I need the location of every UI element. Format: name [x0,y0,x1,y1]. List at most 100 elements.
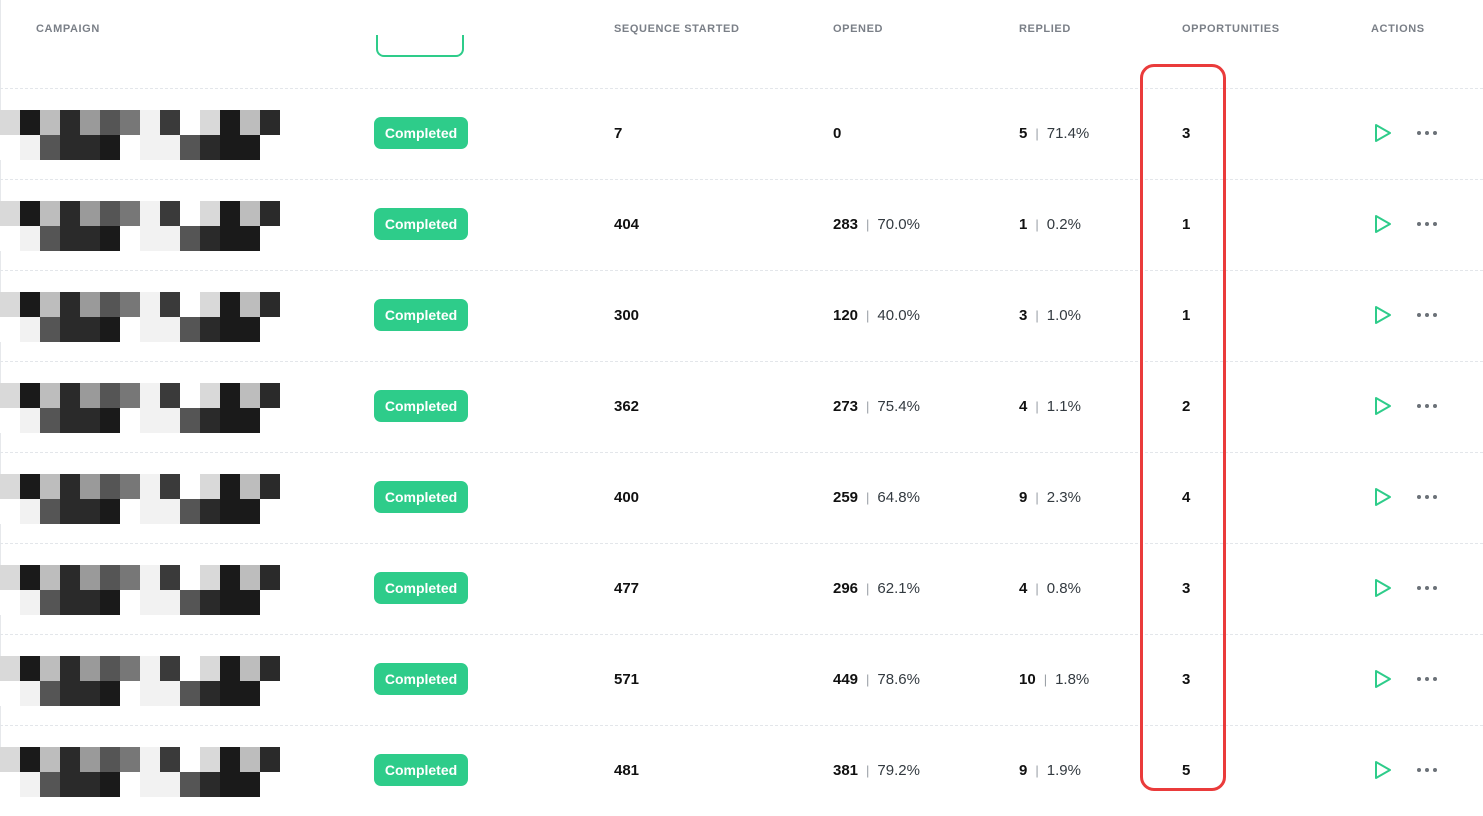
replied-count: 5 [1019,125,1028,142]
separator: | [1035,763,1039,778]
replied-percent: 1.0% [1046,307,1081,324]
more-icon[interactable] [1415,669,1439,689]
opened-count: 283 [833,216,859,233]
separator: | [866,308,870,323]
column-header-campaign[interactable]: CAMPAIGN [36,23,100,35]
more-icon[interactable] [1415,305,1439,325]
replied-percent: 2.3% [1046,489,1081,506]
replied-count: 4 [1019,398,1028,415]
replied-cell: 3 | 1.0% [1019,307,1081,325]
column-header-sequence-started[interactable]: SEQUENCE STARTED [614,23,740,35]
sequence-started-cell: 477 [614,580,639,598]
sequence-started-value: 481 [614,762,640,779]
table-row[interactable]: Completed 400 259 | 64.8% 9 | 2.3% 4 [0,452,1483,543]
replied-percent: 1.1% [1046,398,1081,415]
opened-cell: 273 | 75.4% [833,398,920,416]
opened-count: 273 [833,398,859,415]
separator: | [1035,490,1039,505]
campaign-name-pixelated[interactable] [0,656,280,706]
table-row[interactable]: Completed 477 296 | 62.1% 4 | 0.8% 3 [0,543,1483,634]
separator: | [866,490,870,505]
opened-cell: 259 | 64.8% [833,489,920,507]
campaign-name-pixelated[interactable] [0,565,280,615]
play-icon[interactable] [1374,396,1392,416]
opened-count: 449 [833,671,859,688]
replied-count: 3 [1019,307,1028,324]
sequence-started-value: 404 [614,216,640,233]
column-header-opened[interactable]: OPENED [833,23,883,35]
opened-percent: 79.2% [877,762,920,779]
separator: | [866,399,870,414]
table-row[interactable]: Completed 571 449 | 78.6% 10 | 1.8% 3 [0,634,1483,725]
more-icon[interactable] [1415,396,1439,416]
replied-cell: 4 | 0.8% [1019,580,1081,598]
campaign-name-pixelated[interactable] [0,110,280,160]
opened-cell: 381 | 79.2% [833,762,920,780]
play-icon[interactable] [1374,305,1392,325]
opened-cell: 296 | 62.1% [833,580,920,598]
campaign-name-pixelated[interactable] [0,383,280,433]
opened-cell: 283 | 70.0% [833,216,920,234]
separator: | [866,581,870,596]
sequence-started-cell: 400 [614,489,639,507]
more-icon[interactable] [1415,578,1439,598]
play-icon[interactable] [1374,578,1392,598]
replied-cell: 9 | 2.3% [1019,489,1081,507]
separator: | [1043,672,1048,687]
more-icon[interactable] [1415,123,1439,143]
replied-count: 1 [1019,216,1028,233]
play-icon[interactable] [1374,760,1392,780]
opened-percent: 64.8% [877,489,920,506]
opened-count: 259 [833,489,859,506]
separator: | [1035,308,1039,323]
status-badge: Completed [374,390,468,422]
play-icon[interactable] [1374,487,1392,507]
table-row[interactable]: Completed 404 283 | 70.0% 1 | 0.2% 1 [0,179,1483,270]
table-row[interactable]: Completed 481 381 | 79.2% 9 | 1.9% 5 [0,725,1483,816]
sequence-started-cell: 7 [614,125,622,143]
status-badge: Completed [374,299,468,331]
separator: | [866,672,870,687]
replied-percent: 0.8% [1046,580,1081,597]
opportunities-highlight-box [1140,64,1226,791]
replied-cell: 10 | 1.8% [1019,671,1089,689]
separator: | [866,217,870,232]
table-row[interactable]: Completed 300 120 | 40.0% 3 | 1.0% 1 [0,270,1483,361]
status-badge: Completed [374,208,468,240]
campaign-name-pixelated[interactable] [0,201,280,251]
sequence-started-cell: 362 [614,398,639,416]
table-row[interactable]: Completed 7 0| 5|71.4% 3 [0,88,1483,179]
more-icon[interactable] [1415,214,1439,234]
sequence-started-cell: 404 [614,216,639,234]
separator: | [1035,217,1039,232]
play-icon[interactable] [1374,214,1392,234]
opened-cell: 0| [833,125,841,143]
sequence-started-value: 300 [614,307,640,324]
more-icon[interactable] [1415,760,1439,780]
opened-count: 381 [833,762,859,779]
play-icon[interactable] [1374,123,1392,143]
column-header-opportunities[interactable]: OPPORTUNITIES [1182,23,1280,35]
replied-cell: 5 | 71.4% [1019,125,1089,143]
sequence-started-value: 571 [614,671,640,688]
replied-cell: 1 | 0.2% [1019,216,1081,234]
separator: | [1035,399,1039,414]
campaigns-table: CAMPAIGN SEQUENCE STARTED OPENED REPLIED… [0,0,1483,797]
campaign-name-pixelated[interactable] [0,474,280,524]
opened-percent: 40.0% [877,307,920,324]
opened-percent: 70.0% [877,216,920,233]
campaign-name-pixelated[interactable] [0,292,280,342]
replied-percent: 1.9% [1046,762,1081,779]
play-icon[interactable] [1374,669,1392,689]
opened-count: 0 [833,125,842,142]
sequence-started-value: 400 [614,489,640,506]
column-header-replied[interactable]: REPLIED [1019,23,1071,35]
sequence-started-cell: 481 [614,762,639,780]
table-row[interactable]: Completed 362 273 | 75.4% 4 | 1.1% 2 [0,361,1483,452]
more-icon[interactable] [1415,487,1439,507]
replied-count: 9 [1019,762,1028,779]
separator: | [1035,581,1039,596]
replied-percent: 1.8% [1055,671,1090,688]
campaign-name-pixelated[interactable] [0,747,280,797]
column-header-actions: ACTIONS [1371,23,1425,35]
